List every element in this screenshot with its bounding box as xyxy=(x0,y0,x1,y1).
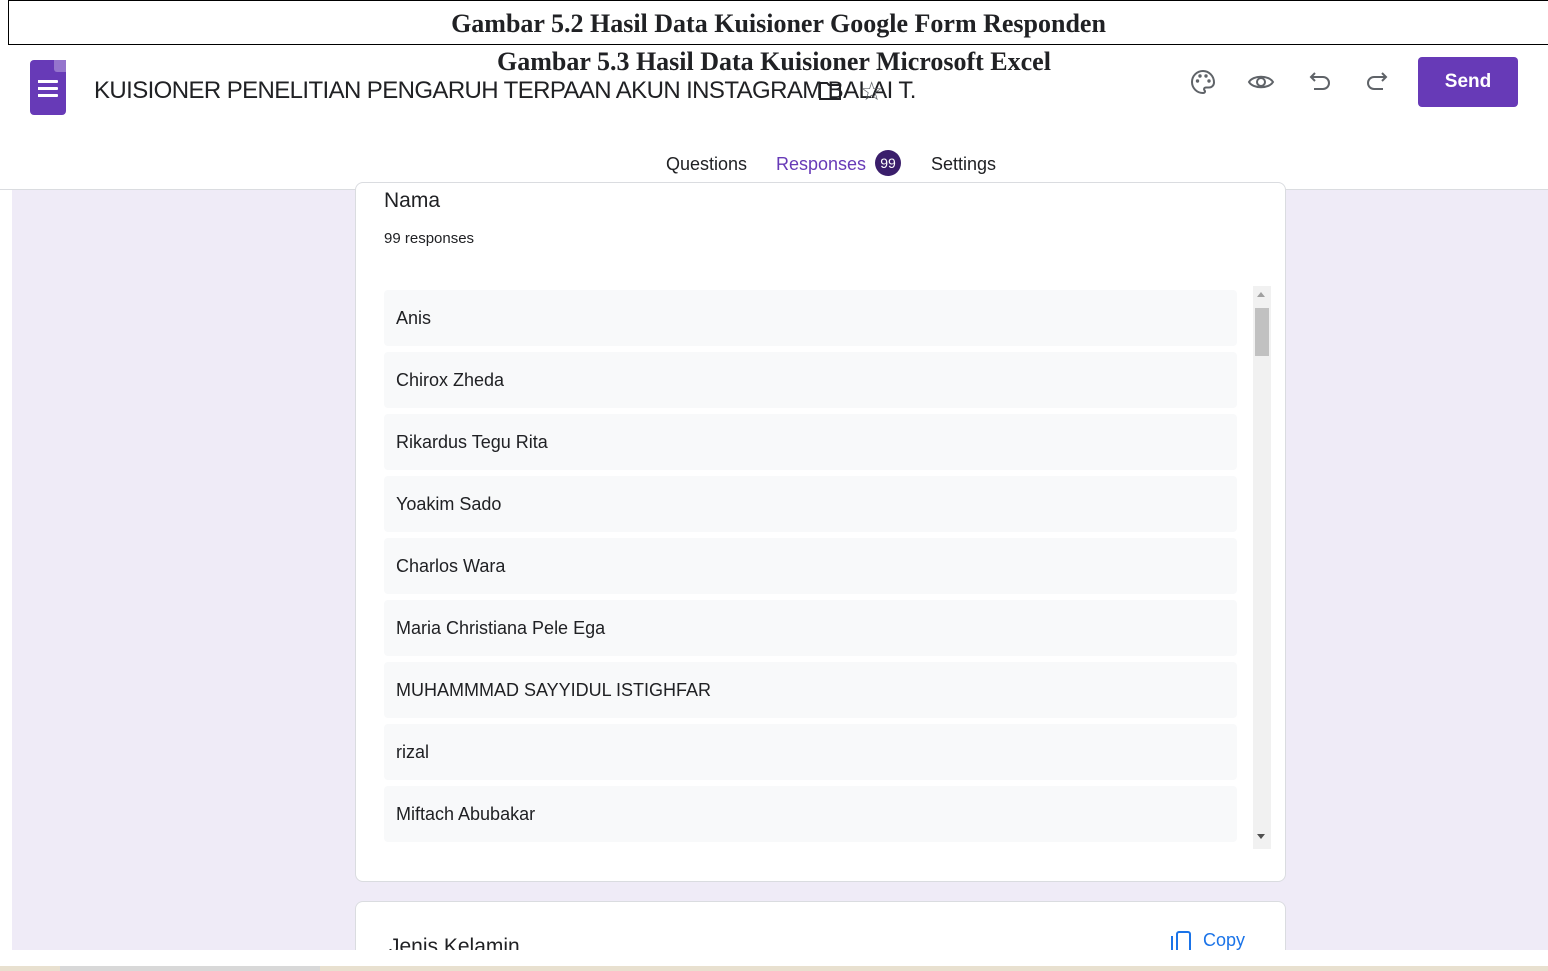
list-item: Charlos Wara xyxy=(384,538,1237,594)
folder-icon[interactable] xyxy=(818,81,842,101)
form-header: KUISIONER PENELITIAN PENGARUH TERPAAN AK… xyxy=(0,45,1548,190)
tab-responses[interactable]: Responses xyxy=(776,154,866,175)
responses-count-badge: 99 xyxy=(875,150,901,176)
tab-questions[interactable]: Questions xyxy=(666,154,747,175)
question-title: Nama xyxy=(384,189,441,212)
scroll-up-arrow-icon[interactable] xyxy=(1257,292,1265,297)
list-item: Maria Christiana Pele Ega xyxy=(384,600,1237,656)
list-item: MUHAMMMAD SAYYIDUL ISTIGHFAR xyxy=(384,662,1237,718)
eye-icon[interactable] xyxy=(1246,67,1276,97)
copy-label: Copy xyxy=(1203,930,1246,950)
send-button[interactable]: Send xyxy=(1418,57,1518,107)
question-card-nama: Nama 99 responses Anis Chirox Zheda Rika… xyxy=(355,182,1286,882)
response-count: 99 responses xyxy=(384,230,475,247)
undo-icon[interactable] xyxy=(1305,67,1335,97)
star-icon[interactable]: ☆ xyxy=(860,78,886,104)
palette-icon[interactable] xyxy=(1188,67,1218,97)
list-item: Chirox Zheda xyxy=(384,352,1237,408)
list-item: Rikardus Tegu Rita xyxy=(384,414,1237,470)
list-item: Yoakim Sado xyxy=(384,476,1237,532)
redo-icon[interactable] xyxy=(1362,67,1392,97)
forms-logo-icon[interactable] xyxy=(30,60,66,115)
response-list: Anis Chirox Zheda Rikardus Tegu Rita Yoa… xyxy=(384,290,1237,848)
scroll-down-arrow-icon[interactable] xyxy=(1257,834,1265,839)
bottom-edge-segment xyxy=(60,966,320,971)
tab-settings[interactable]: Settings xyxy=(931,154,996,175)
list-item: Anis xyxy=(384,290,1237,346)
figure-caption-google-form: Gambar 5.2 Hasil Data Kuisioner Google F… xyxy=(8,0,1548,45)
response-list-scrollbar[interactable] xyxy=(1253,286,1271,849)
scroll-thumb[interactable] xyxy=(1255,308,1269,356)
list-item: Miftach Abubakar xyxy=(384,786,1237,842)
form-title[interactable]: KUISIONER PENELITIAN PENGARUH TERPAAN AK… xyxy=(94,77,916,105)
list-item: rizal xyxy=(384,724,1237,780)
